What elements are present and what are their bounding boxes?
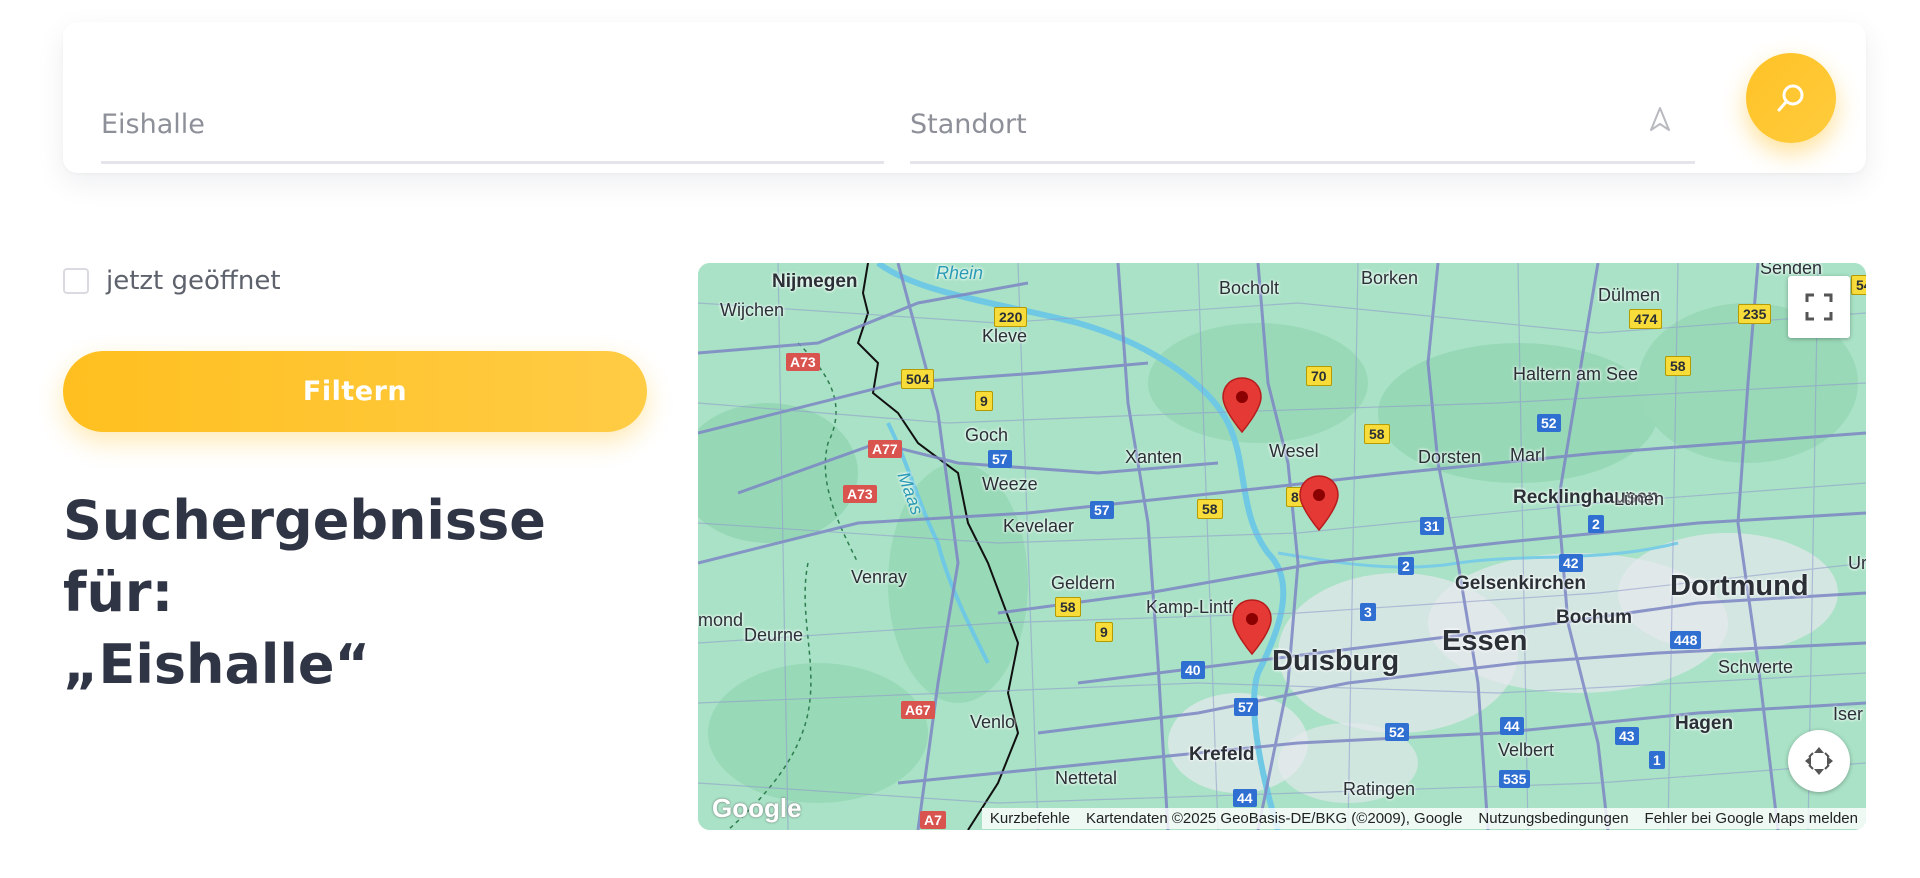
fullscreen-button[interactable] [1788,276,1850,338]
open-now-filter[interactable]: jetzt geöffnet [63,266,281,296]
map-label-borken: Borken [1361,268,1419,288]
map-label-geldern: Geldern [1051,573,1116,593]
map-label-schwerte: Schwerte [1718,657,1794,677]
search-icon [1777,84,1804,112]
map-label-haltern: Haltern am See [1513,364,1639,384]
map-label-weeze: Weeze [982,474,1038,494]
road-shield: 57 [1234,698,1258,716]
map-label-kevelaer: Kevelaer [1003,516,1075,536]
filter-button[interactable]: Filtern [63,351,647,432]
results-heading-line1: Suchergebnisse für: [63,489,546,624]
map[interactable]: Nijmegen Wijchen Kleve Goch Weeze Kevela… [698,263,1866,830]
map-label-gelsenkirchen: Gelsenkirchen [1455,573,1586,594]
map-label-deurne: Deurne [744,625,804,645]
where-field [910,22,1695,164]
road-shield: 31 [1420,517,1444,535]
navigation-arrow-icon[interactable] [1645,104,1675,134]
road-shield: 44 [1500,717,1524,735]
road-shield: 54 [1851,275,1866,295]
map-marker-pin-icon[interactable] [1298,474,1340,532]
road-shield: 1 [1649,751,1665,769]
map-label-dortmund: Dortmund [1670,570,1809,602]
road-shield: 474 [1629,309,1663,329]
road-shield: 58 [1665,356,1691,376]
map-label-velbert: Velbert [1498,740,1555,760]
open-now-checkbox[interactable] [63,268,89,294]
map-label-duelmen: Dülmen [1598,285,1661,305]
map-label-nijmegen: Nijmegen [772,271,858,292]
road-shield: 448 [1670,631,1702,649]
map-copyright: Kartendaten ©2025 GeoBasis-DE/BKG (©2009… [1077,807,1471,829]
map-label-bochum: Bochum [1556,607,1632,628]
road-shield: 2 [1398,557,1414,575]
road-shield: 40 [1181,661,1205,679]
keyboard-shortcuts-link[interactable]: Kurzbefehle [981,807,1078,829]
road-shield: 57 [988,450,1012,468]
road-shield: 52 [1385,723,1409,741]
results-heading: Suchergebnisse für: „Eishalle“ [63,485,663,701]
location-input[interactable] [910,94,1695,146]
map-label-essen: Essen [1442,625,1528,657]
road-shield: 70 [1306,366,1332,386]
map-label-bocholt: Bocholt [1219,278,1280,298]
results-heading-query: „Eishalle“ [63,633,371,696]
road-shield: 43 [1615,727,1639,745]
road-shield: A73 [786,353,820,371]
map-label-marl: Marl [1510,445,1545,465]
map-marker-pin-icon[interactable] [1231,598,1273,656]
map-label-hagen: Hagen [1675,713,1734,734]
map-label-dorsten: Dorsten [1418,447,1482,467]
road-shield: 3 [1360,603,1376,621]
map-label-luenen: Lünen [1614,489,1665,509]
fullscreen-icon [1805,293,1833,321]
map-marker-pin-icon[interactable] [1221,376,1263,434]
map-label-krefeld: Krefeld [1189,744,1255,765]
map-label-duisburg: Duisburg [1272,645,1400,677]
search-bar [63,22,1866,173]
road-shield: 504 [901,369,935,389]
road-shield: 58 [1197,499,1223,519]
road-shield: 58 [1055,597,1081,617]
map-label-ratingen: Ratingen [1343,779,1416,799]
camera-move-icon [1805,747,1833,775]
road-shield: 42 [1559,554,1583,572]
map-label-goch: Goch [965,425,1009,445]
map-label-wijchen: Wijchen [720,300,785,320]
road-shield: 235 [1738,304,1772,324]
report-error-link[interactable]: Fehler bei Google Maps melden [1636,807,1866,829]
camera-control-button[interactable] [1788,730,1850,792]
road-shield: 9 [975,391,993,411]
what-field [101,22,884,164]
map-label-venray: Venray [851,567,908,587]
road-shield: 9 [1095,622,1113,642]
road-shield: 57 [1090,501,1114,519]
map-label-kleve: Kleve [982,326,1028,346]
map-background [698,263,1866,830]
map-label-iser: Iser [1833,704,1864,724]
map-footer: Kurzbefehle Kartendaten ©2025 GeoBasis-D… [698,806,1866,830]
open-now-label: jetzt geöffnet [106,266,281,296]
map-label-ur: Ur [1848,553,1866,573]
road-shield: 58 [1364,424,1390,444]
map-label-xanten: Xanten [1125,447,1183,467]
road-shield: 220 [994,307,1028,327]
map-label-nettetal: Nettetal [1055,768,1118,788]
road-shield: 2 [1588,515,1604,533]
map-label-rhein: Rhein [936,263,984,283]
search-button[interactable] [1746,53,1836,143]
map-label-mond: mond [698,610,744,630]
road-shield: 44 [1233,789,1257,807]
road-shield: 52 [1537,414,1561,432]
terms-link[interactable]: Nutzungsbedingungen [1470,807,1637,829]
map-label-wesel: Wesel [1269,441,1319,461]
road-shield: A67 [901,701,935,719]
search-what-input[interactable] [101,94,884,146]
road-shield: A77 [868,440,902,458]
road-shield: A73 [843,485,877,503]
road-shield: 535 [1499,770,1531,788]
map-label-venlo: Venlo [970,712,1016,732]
map-label-kamp-lintfort: Kamp-Lintf [1146,597,1234,617]
